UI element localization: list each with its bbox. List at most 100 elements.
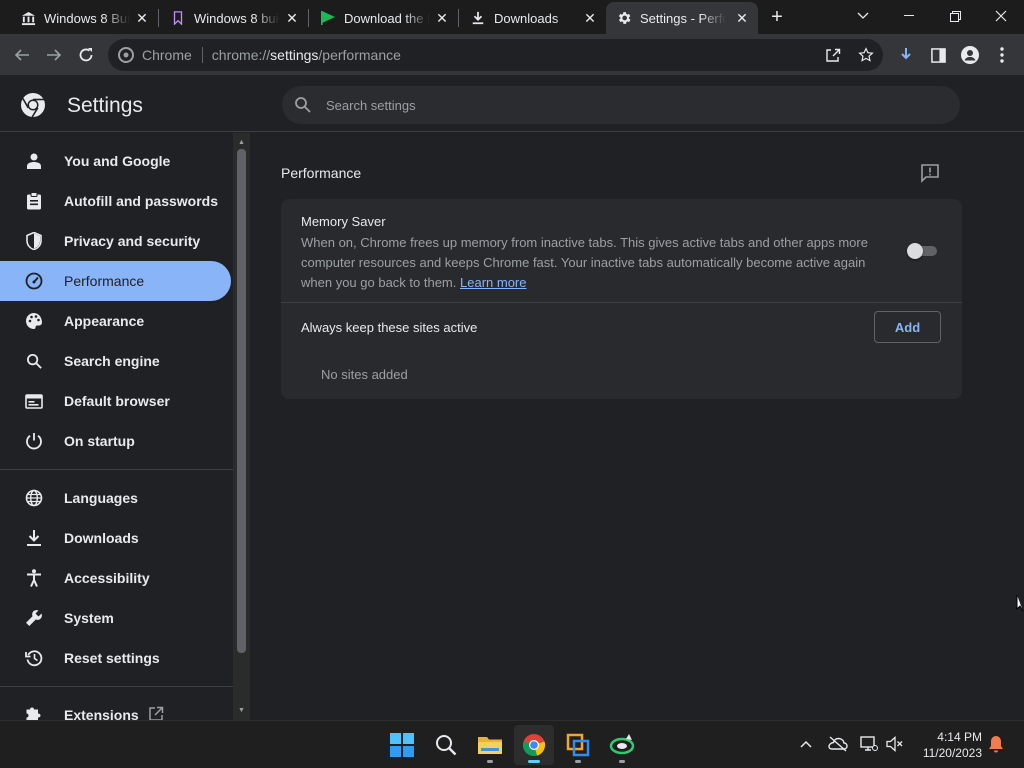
kebab-menu-icon[interactable] bbox=[990, 43, 1014, 67]
taskbar-app-indicator bbox=[619, 760, 625, 763]
start-button[interactable] bbox=[382, 725, 422, 765]
chrome-logo-icon bbox=[21, 93, 45, 118]
close-icon[interactable]: ✕ bbox=[582, 10, 598, 26]
taskbar-search-button[interactable] bbox=[426, 725, 466, 765]
tab-0[interactable]: Windows 8 Builds ✕ bbox=[10, 2, 158, 34]
feedback-icon[interactable] bbox=[920, 163, 940, 183]
sidebar-item-downloads[interactable]: Downloads bbox=[0, 518, 231, 558]
sidebar-item-label: You and Google bbox=[64, 153, 171, 169]
sidebar-item-label: Downloads bbox=[64, 530, 139, 546]
bookmark-icon bbox=[170, 10, 186, 26]
sidebar-item-you-and-google[interactable]: You and Google bbox=[0, 141, 231, 181]
taskbar-vm-app[interactable] bbox=[558, 725, 598, 765]
tab-search-chevron-icon[interactable] bbox=[840, 0, 886, 32]
download-bubble-icon[interactable] bbox=[894, 43, 918, 67]
restore-button[interactable] bbox=[932, 0, 978, 32]
search-icon bbox=[295, 97, 311, 113]
site-chip[interactable]: Chrome bbox=[118, 47, 192, 63]
onedrive-offline-icon[interactable] bbox=[827, 733, 849, 755]
address-bar[interactable]: Chrome chrome://settings/performance bbox=[108, 39, 883, 71]
tab-2[interactable]: Download the l ✕ bbox=[310, 2, 458, 34]
sidebar-item-languages[interactable]: Languages bbox=[0, 478, 231, 518]
close-icon[interactable]: ✕ bbox=[284, 10, 300, 26]
add-site-button[interactable]: Add bbox=[874, 311, 941, 343]
close-icon[interactable]: ✕ bbox=[134, 10, 150, 26]
scroll-up-arrow-icon[interactable]: ▲ bbox=[237, 138, 246, 147]
close-window-button[interactable] bbox=[978, 0, 1024, 32]
sidebar-item-default-browser[interactable]: Default browser bbox=[0, 381, 231, 421]
sidebar-item-label: Reset settings bbox=[64, 650, 160, 666]
memory-saver-description: When on, Chrome frees up memory from ina… bbox=[301, 233, 871, 293]
url-prefix: chrome:// bbox=[211, 47, 271, 63]
notification-bell-icon[interactable] bbox=[985, 733, 1007, 755]
scrollbar-thumb[interactable] bbox=[237, 149, 246, 653]
download-icon bbox=[470, 10, 486, 26]
back-button[interactable] bbox=[10, 43, 34, 67]
volume-muted-icon[interactable] bbox=[884, 733, 906, 755]
memory-saver-toggle[interactable] bbox=[907, 243, 939, 259]
taskbar-app-indicator bbox=[528, 760, 540, 763]
sidebar-item-privacy[interactable]: Privacy and security bbox=[0, 221, 231, 261]
sidebar-item-label: Default browser bbox=[64, 393, 170, 409]
profile-avatar-icon[interactable] bbox=[958, 43, 982, 67]
new-tab-button[interactable]: + bbox=[766, 6, 788, 28]
scroll-down-arrow-icon[interactable]: ▼ bbox=[237, 706, 246, 715]
palette-icon bbox=[24, 311, 44, 331]
tab-divider bbox=[458, 9, 459, 27]
sidebar-item-performance[interactable]: Performance bbox=[0, 261, 231, 301]
sidebar-item-autofill[interactable]: Autofill and passwords bbox=[0, 181, 231, 221]
sidebar-item-accessibility[interactable]: Accessibility bbox=[0, 558, 231, 598]
tab-title: Settings - Perfor bbox=[640, 10, 726, 26]
settings-title: Settings bbox=[67, 94, 143, 117]
tab-divider bbox=[158, 9, 159, 27]
show-hidden-icons-chevron-icon[interactable] bbox=[795, 733, 817, 755]
side-panel-icon[interactable] bbox=[926, 43, 950, 67]
site-label: Chrome bbox=[142, 47, 192, 63]
close-icon[interactable]: ✕ bbox=[734, 10, 750, 26]
sidebar-item-appearance[interactable]: Appearance bbox=[0, 301, 231, 341]
reload-button[interactable] bbox=[74, 43, 98, 67]
sidebar-item-label: System bbox=[64, 610, 114, 626]
sidebar-item-label: Privacy and security bbox=[64, 233, 201, 249]
tab-title: Windows 8 build bbox=[194, 10, 280, 26]
clock-time: 4:14 PM bbox=[937, 730, 982, 744]
no-sites-text: No sites added bbox=[321, 367, 408, 382]
sidebar-item-label: Extensions bbox=[64, 707, 139, 720]
taskbar-connect-app[interactable] bbox=[602, 725, 642, 765]
share-icon[interactable] bbox=[821, 43, 845, 67]
settings-search-box[interactable] bbox=[282, 86, 960, 124]
tab-settings-active[interactable]: Settings - Perfor ✕ bbox=[606, 2, 758, 34]
windows-logo-icon bbox=[390, 733, 414, 757]
wrench-icon bbox=[24, 608, 44, 628]
bookmark-star-icon[interactable] bbox=[854, 43, 878, 67]
close-icon[interactable]: ✕ bbox=[434, 10, 450, 26]
memory-saver-title: Memory Saver bbox=[301, 214, 386, 229]
bank-icon bbox=[20, 10, 36, 26]
taskbar-chrome[interactable] bbox=[514, 725, 554, 765]
sidebar-item-system[interactable]: System bbox=[0, 598, 231, 638]
search-icon bbox=[24, 351, 44, 371]
url-host: settings bbox=[270, 47, 319, 63]
taskbar-file-explorer[interactable] bbox=[470, 725, 510, 765]
sidebar-item-reset[interactable]: Reset settings bbox=[0, 638, 231, 678]
sidebar-item-extensions[interactable]: Extensions bbox=[0, 695, 231, 720]
minimize-button[interactable] bbox=[886, 0, 932, 32]
tab-title: Downloads bbox=[494, 10, 559, 26]
screen: Windows 8 Builds ✕ Windows 8 build ✕ Dow… bbox=[0, 0, 1024, 768]
tab-3[interactable]: Downloads ✕ bbox=[460, 2, 606, 34]
tab-1[interactable]: Windows 8 build ✕ bbox=[160, 2, 308, 34]
page-title: Performance bbox=[281, 165, 362, 181]
network-icon[interactable] bbox=[858, 733, 880, 755]
forward-button[interactable] bbox=[42, 43, 66, 67]
sidebar-item-label: On startup bbox=[64, 433, 135, 449]
person-icon bbox=[24, 151, 44, 171]
sidebar-scrollbar[interactable]: ▲ ▼ bbox=[233, 133, 250, 720]
taskbar-clock[interactable]: 4:14 PM 11/20/2023 bbox=[912, 729, 982, 761]
always-active-sites-label: Always keep these sites active bbox=[301, 320, 478, 335]
open-in-new-icon bbox=[148, 706, 164, 720]
sidebar-item-search-engine[interactable]: Search engine bbox=[0, 341, 231, 381]
tab-divider bbox=[308, 9, 309, 27]
sidebar-item-on-startup[interactable]: On startup bbox=[0, 421, 231, 461]
learn-more-link[interactable]: Learn more bbox=[460, 275, 526, 290]
settings-search-input[interactable] bbox=[326, 97, 886, 113]
